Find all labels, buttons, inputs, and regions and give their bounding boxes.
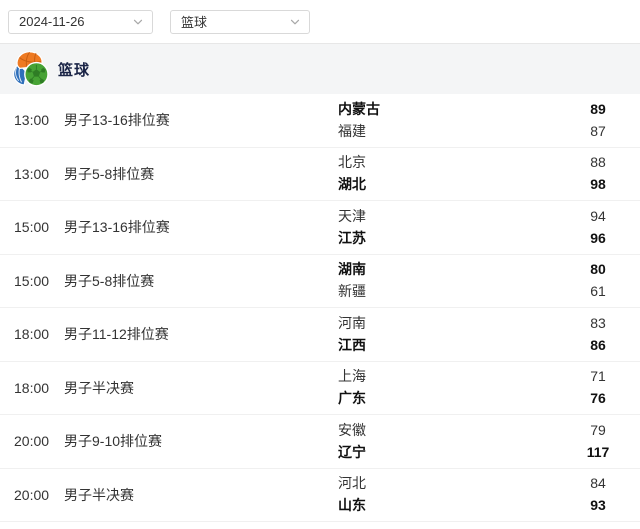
team-name: 上海: [338, 368, 366, 385]
match-row[interactable]: 15:00 男子13-16排位赛 天津 94 江苏 96: [0, 201, 640, 255]
match-time: 20:00: [14, 433, 50, 450]
match-time: 18:00: [14, 326, 50, 343]
date-select[interactable]: 2024-11-26: [8, 9, 153, 34]
match-teams: 河南 83 江西 86: [338, 315, 640, 354]
match-event: 男子13-16排位赛: [64, 112, 170, 129]
sport-select-value: 篮球: [181, 15, 208, 30]
schedule-page: 2024-11-26 篮球 篮球 13:00 男子13-16排位赛 内蒙古 89…: [0, 0, 640, 529]
team-line: 北京 88: [338, 154, 628, 171]
match-teams: 内蒙古 89 福建 87: [338, 101, 640, 140]
team-score: 117: [586, 443, 610, 460]
team-score: 98: [590, 176, 606, 193]
team-line: 河南 83: [338, 315, 628, 332]
team-name: 江苏: [338, 229, 366, 246]
team-line: 天津 94: [338, 208, 628, 225]
team-line: 上海 71: [338, 368, 628, 385]
match-row[interactable]: 13:00 男子13-16排位赛 内蒙古 89 福建 87: [0, 94, 640, 148]
team-name: 河南: [338, 314, 366, 331]
team-name: 辽宁: [338, 443, 366, 460]
match-event: 男子半决赛: [64, 486, 134, 503]
team-line: 河北 84: [338, 475, 628, 492]
team-name: 新疆: [338, 283, 366, 300]
match-row[interactable]: 20:00 男子9-10排位赛 安徽 79 辽宁 117: [0, 415, 640, 469]
team-score: 89: [590, 100, 606, 117]
team-line: 广东 76: [338, 390, 628, 407]
match-teams: 天津 94 江苏 96: [338, 208, 640, 247]
team-name: 福建: [338, 122, 366, 139]
team-name: 广东: [338, 390, 366, 407]
team-score: 94: [590, 207, 606, 224]
match-event: 男子5-8排位赛: [64, 272, 155, 289]
team-line: 江苏 96: [338, 230, 628, 247]
team-score: 61: [590, 283, 606, 300]
match-list: 13:00 男子13-16排位赛 内蒙古 89 福建 87 13:00 男子5-…: [0, 94, 640, 522]
team-name: 江西: [338, 336, 366, 353]
match-time: 15:00: [14, 219, 50, 236]
team-line: 山东 93: [338, 497, 628, 514]
match-row[interactable]: 18:00 男子半决赛 上海 71 广东 76: [0, 362, 640, 415]
multi-sport-balls-logo-icon: [10, 51, 50, 87]
match-row[interactable]: 18:00 男子11-12排位赛 河南 83 江西 86: [0, 308, 640, 362]
team-line: 新疆 61: [338, 283, 628, 300]
team-score: 93: [590, 497, 606, 514]
chevron-down-icon: [132, 16, 144, 28]
team-name: 北京: [338, 154, 366, 171]
match-teams: 湖南 80 新疆 61: [338, 261, 640, 300]
team-name: 湖南: [338, 261, 366, 278]
match-teams: 北京 88 湖北 98: [338, 154, 640, 193]
match-teams: 河北 84 山东 93: [338, 475, 640, 514]
match-teams: 安徽 79 辽宁 117: [338, 422, 640, 461]
team-score: 88: [590, 154, 606, 171]
match-teams: 上海 71 广东 76: [338, 368, 640, 407]
filter-bar: 2024-11-26 篮球: [0, 0, 640, 44]
team-line: 福建 87: [338, 123, 628, 140]
match-time: 13:00: [14, 112, 50, 129]
team-line: 安徽 79: [338, 422, 628, 439]
team-score: 96: [590, 229, 606, 246]
team-score: 83: [590, 314, 606, 331]
team-line: 内蒙古 89: [338, 101, 628, 118]
chevron-down-icon: [289, 16, 301, 28]
match-time: 15:00: [14, 272, 50, 289]
match-event: 男子11-12排位赛: [64, 326, 169, 343]
team-score: 84: [590, 475, 606, 492]
match-time: 20:00: [14, 486, 50, 503]
team-name: 山东: [338, 497, 366, 514]
team-name: 河北: [338, 475, 366, 492]
match-event: 男子半决赛: [64, 379, 134, 396]
match-row[interactable]: 13:00 男子5-8排位赛 北京 88 湖北 98: [0, 148, 640, 201]
team-score: 86: [590, 336, 606, 353]
match-event: 男子13-16排位赛: [64, 219, 170, 236]
section-title: 篮球: [58, 61, 91, 79]
match-event: 男子9-10排位赛: [64, 433, 163, 450]
team-name: 安徽: [338, 421, 366, 438]
team-line: 江西 86: [338, 337, 628, 354]
team-name: 内蒙古: [338, 100, 380, 117]
date-select-value: 2024-11-26: [19, 14, 85, 29]
sport-select[interactable]: 篮球: [170, 9, 310, 34]
team-score: 71: [590, 368, 606, 385]
match-time: 18:00: [14, 379, 50, 396]
match-row[interactable]: 15:00 男子5-8排位赛 湖南 80 新疆 61: [0, 255, 640, 308]
match-event: 男子5-8排位赛: [64, 165, 155, 182]
team-line: 辽宁 117: [338, 444, 628, 461]
team-score: 80: [590, 261, 606, 278]
team-line: 湖北 98: [338, 176, 628, 193]
team-score: 79: [590, 421, 606, 438]
team-score: 76: [590, 390, 606, 407]
section-header: 篮球: [0, 44, 640, 94]
team-name: 湖北: [338, 176, 366, 193]
team-score: 87: [590, 122, 606, 139]
match-row[interactable]: 20:00 男子半决赛 河北 84 山东 93: [0, 469, 640, 522]
team-name: 天津: [338, 207, 366, 224]
match-time: 13:00: [14, 165, 50, 182]
team-line: 湖南 80: [338, 261, 628, 278]
